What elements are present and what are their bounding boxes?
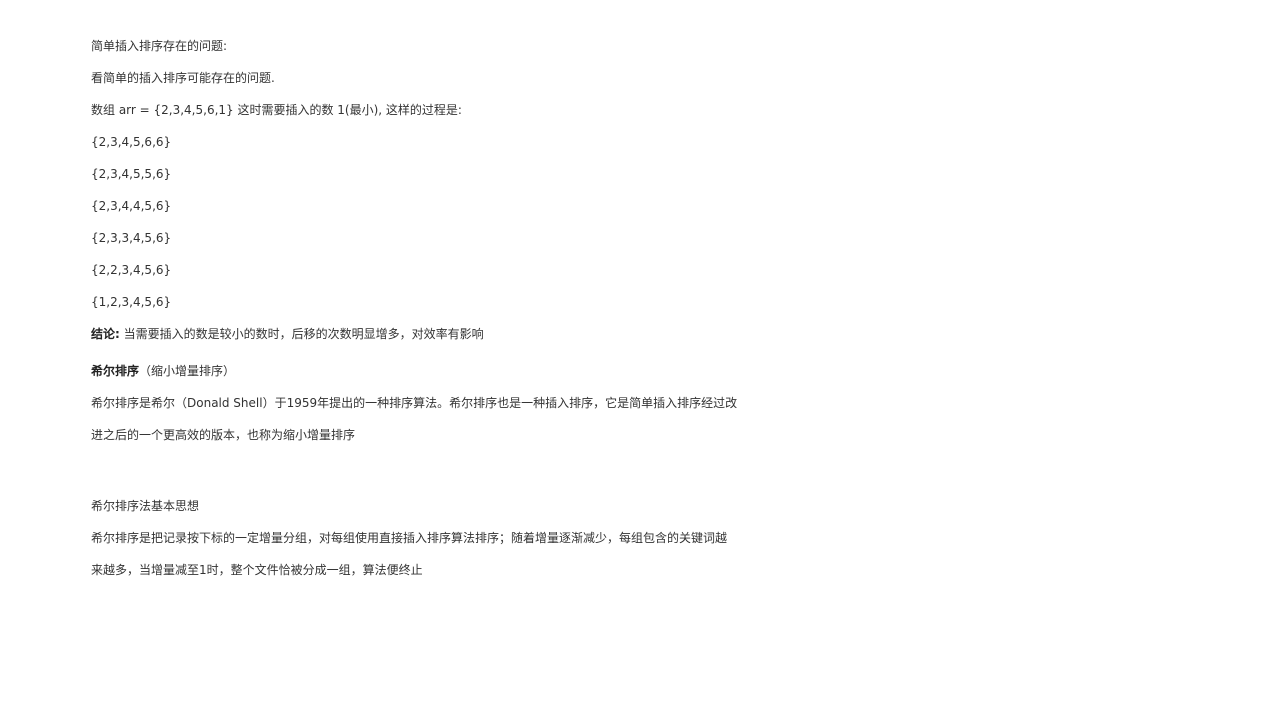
- array-step: {2,3,4,5,6,6}: [91, 135, 172, 149]
- section-heading-problem: 简单插入排序存在的问题:: [91, 39, 228, 53]
- array-step: {2,3,4,5,5,6}: [91, 167, 172, 181]
- array-step: {1,2,3,4,5,6}: [91, 295, 172, 309]
- shell-sort-paragraph-line: 进之后的一个更高效的版本，也称为缩小增量排序: [91, 428, 356, 442]
- shell-sort-paragraph-line: 希尔排序是希尔（Donald Shell）于1959年提出的一种排序算法。希尔排…: [91, 396, 738, 410]
- conclusion-line: 结论: 当需要插入的数是较小的数时，后移的次数明显增多，对效率有影响: [91, 324, 811, 344]
- shell-sort-title-note: （缩小增量排序）: [139, 364, 236, 378]
- shell-sort-title: 希尔排序（缩小增量排序）: [91, 361, 811, 381]
- array-example-text: 数组 arr = {2,3,4,5,6,1} 这时需要插入的数 1(最小), 这…: [91, 103, 462, 117]
- basic-idea-title: 希尔排序法基本思想: [91, 499, 200, 513]
- array-step: {2,3,4,4,5,6}: [91, 199, 172, 213]
- shell-sort-title-bold: 希尔排序: [91, 364, 140, 378]
- array-step: {2,2,3,4,5,6}: [91, 263, 172, 277]
- basic-idea-paragraph-line: 来越多，当增量减至1时，整个文件恰被分成一组，算法便终止: [91, 563, 423, 577]
- document-body: 简单插入排序存在的问题: 看简单的插入排序可能存在的问题. 数组 arr = {…: [91, 36, 811, 592]
- basic-idea-paragraph-line: 希尔排序是把记录按下标的一定增量分组，对每组使用直接插入排序算法排序；随着增量逐…: [91, 531, 728, 545]
- intro-text: 看简单的插入排序可能存在的问题.: [91, 71, 275, 85]
- array-step: {2,3,3,4,5,6}: [91, 231, 172, 245]
- conclusion-text: 当需要插入的数是较小的数时，后移的次数明显增多，对效率有影响: [119, 327, 484, 341]
- conclusion-label: 结论:: [91, 327, 120, 341]
